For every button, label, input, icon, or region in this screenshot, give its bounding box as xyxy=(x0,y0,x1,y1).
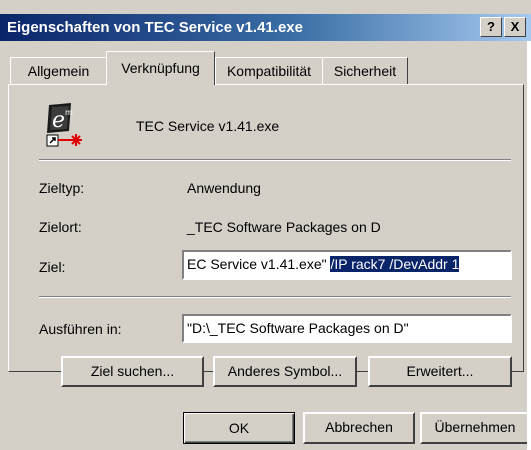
target-label: Ziel: xyxy=(39,259,66,275)
window-edge xyxy=(527,41,531,450)
tab-sicherheit[interactable]: Sicherheit xyxy=(322,57,408,84)
apply-button[interactable]: Übernehmen xyxy=(420,412,530,444)
cancel-button[interactable]: Abbrechen xyxy=(303,412,415,444)
target-type-value: Anwendung xyxy=(187,180,261,196)
shortcut-name: TEC Service v1.41.exe xyxy=(136,118,280,134)
run-in-label: Ausführen in: xyxy=(39,321,122,337)
ok-button[interactable]: OK xyxy=(183,412,295,444)
target-location-value: _TEC Software Packages on D xyxy=(187,219,381,235)
tab-verknuepfung[interactable]: Verknüpfung xyxy=(106,51,215,85)
close-button[interactable]: X xyxy=(504,17,526,37)
advanced-button[interactable]: Erweitert... xyxy=(368,356,512,387)
find-target-button[interactable]: Ziel suchen... xyxy=(61,356,204,387)
change-icon-button[interactable]: Anderes Symbol... xyxy=(213,356,357,387)
window-title: Eigenschaften von TEC Service v1.41.exe xyxy=(7,19,303,36)
svg-text:m: m xyxy=(65,108,73,117)
separator-top xyxy=(39,159,511,161)
tab-allgemein[interactable]: Allgemein xyxy=(10,57,107,84)
target-location-label: Zielort: xyxy=(39,219,82,235)
separator-mid xyxy=(39,296,511,298)
svg-text:e: e xyxy=(52,108,65,133)
target-text-plain: EC Service v1.41.exe" xyxy=(187,256,331,272)
shortcut-app-icon: e m xyxy=(46,103,82,147)
help-button[interactable]: ? xyxy=(480,17,502,37)
target-text-selected: /IP rack7 /DevAddr 1 xyxy=(330,256,460,272)
run-in-text: "D:\_TEC Software Packages on D" xyxy=(187,320,409,336)
run-in-input[interactable]: "D:\_TEC Software Packages on D" xyxy=(182,314,512,343)
target-input[interactable]: EC Service v1.41.exe" /IP rack7 /DevAddr… xyxy=(182,250,512,280)
target-type-label: Zieltyp: xyxy=(39,180,85,196)
tab-kompatibilitaet[interactable]: Kompatibilität xyxy=(215,57,323,84)
title-bar[interactable]: Eigenschaften von TEC Service v1.41.exe … xyxy=(0,14,531,41)
properties-window: Eigenschaften von TEC Service v1.41.exe … xyxy=(0,0,531,450)
